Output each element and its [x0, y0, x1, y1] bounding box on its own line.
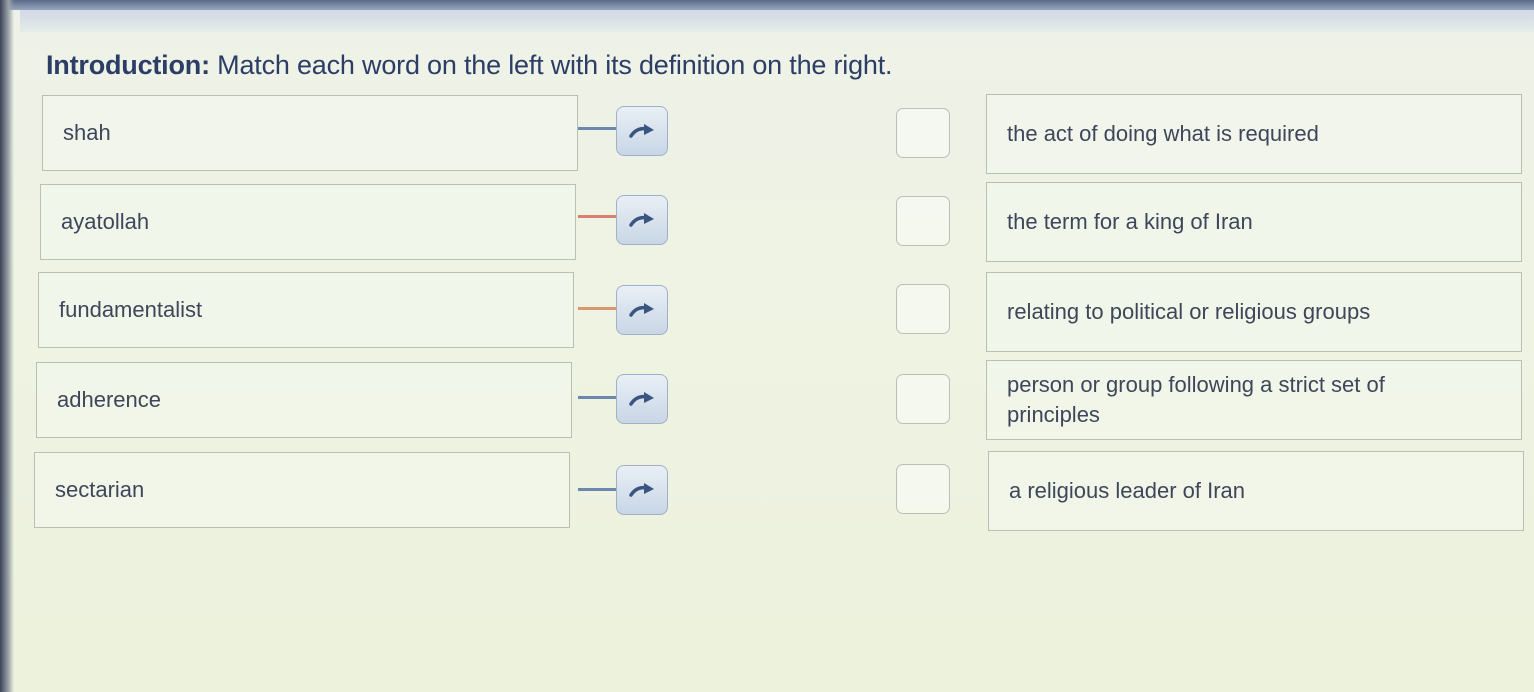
- word-item[interactable]: adherence: [36, 362, 572, 438]
- curved-arrow-right-icon: [629, 213, 654, 227]
- word-connector: [578, 396, 616, 399]
- word-item[interactable]: sectarian: [34, 452, 570, 528]
- curved-arrow-right-icon: [629, 392, 654, 406]
- instructions-label: Introduction:: [46, 50, 210, 80]
- move-arrow-button[interactable]: [616, 285, 668, 335]
- word-connector: [578, 127, 616, 130]
- definition-item: relating to political or religious group…: [986, 272, 1522, 352]
- move-arrow-button[interactable]: [616, 374, 668, 424]
- definition-item: the act of doing what is required: [986, 94, 1522, 174]
- answer-slot[interactable]: [896, 284, 950, 334]
- definition-label: the term for a king of Iran: [1007, 209, 1253, 234]
- window-top-band: [0, 0, 1534, 10]
- instructions-text: Match each word on the left with its def…: [209, 50, 893, 80]
- word-item[interactable]: ayatollah: [40, 184, 576, 260]
- definition-label: the act of doing what is required: [1007, 121, 1319, 146]
- word-item[interactable]: fundamentalist: [38, 272, 574, 348]
- definition-label: relating to political or religious group…: [1007, 299, 1371, 324]
- word-connector: [578, 215, 616, 218]
- instructions: Introduction: Match each word on the lef…: [46, 50, 893, 81]
- word-item[interactable]: shah: [42, 95, 578, 171]
- word-label: sectarian: [55, 477, 145, 502]
- curved-arrow-right-icon: [629, 124, 654, 138]
- curved-arrow-right-icon: [629, 483, 654, 497]
- answer-slot[interactable]: [896, 464, 950, 514]
- word-label: fundamentalist: [59, 297, 203, 322]
- word-label: shah: [63, 120, 111, 145]
- definition-label: person or group following a strict set o…: [1007, 372, 1385, 427]
- screen-left-edge: [0, 0, 14, 692]
- definition-item: the term for a king of Iran: [986, 182, 1522, 262]
- answer-slot[interactable]: [896, 374, 950, 424]
- move-arrow-button[interactable]: [616, 195, 668, 245]
- definition-item: person or group following a strict set o…: [986, 360, 1522, 440]
- curved-arrow-right-icon: [629, 303, 654, 317]
- definition-label: a religious leader of Iran: [1009, 478, 1246, 503]
- word-connector: [578, 307, 616, 310]
- definition-item: a religious leader of Iran: [988, 451, 1524, 531]
- move-arrow-button[interactable]: [616, 106, 668, 156]
- word-connector: [578, 488, 616, 491]
- word-label: ayatollah: [61, 209, 150, 234]
- word-label: adherence: [57, 387, 161, 412]
- answer-slot[interactable]: [896, 108, 950, 158]
- header-strip: [20, 10, 1534, 32]
- answer-slot[interactable]: [896, 196, 950, 246]
- move-arrow-button[interactable]: [616, 465, 668, 515]
